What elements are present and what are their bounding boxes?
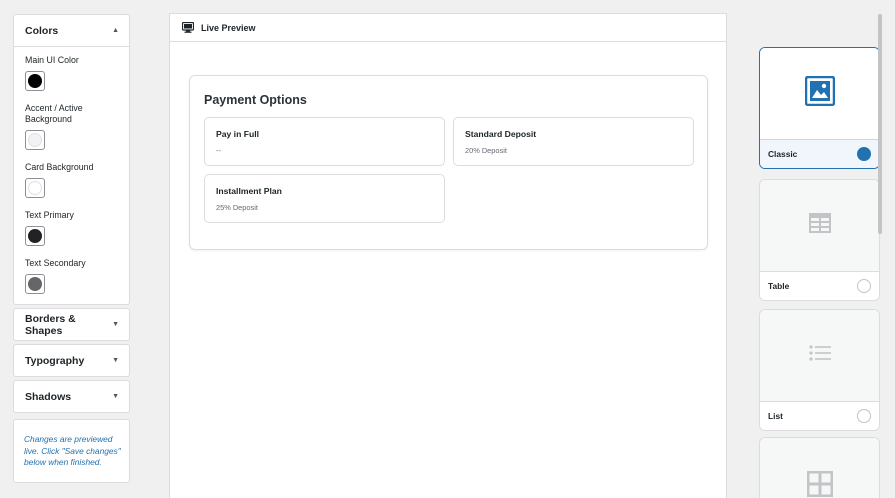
layout-card-list[interactable]: List (759, 309, 880, 431)
live-preview-panel: Live Preview Payment Options Pay in Full… (169, 13, 727, 498)
borders-shapes-toggle[interactable]: Borders & Shapes ▼ (14, 309, 129, 340)
shadows-title: Shadows (25, 390, 72, 403)
colors-section-toggle[interactable]: Colors ▲ (14, 15, 129, 46)
chevron-up-icon: ▲ (112, 27, 119, 34)
layouts-scrollbar[interactable] (878, 14, 882, 234)
shadows-toggle[interactable]: Shadows ▼ (14, 381, 129, 412)
colors-section-body: Main UI Color Accent / Active Background… (14, 46, 129, 304)
chevron-down-icon: ▼ (112, 357, 119, 364)
typography-toggle[interactable]: Typography ▼ (14, 345, 129, 376)
payment-option-pay-in-full[interactable]: Pay in Full -- (204, 117, 445, 166)
colors-section: Colors ▲ Main UI Color Accent / Active B… (13, 14, 130, 305)
option-title: Pay in Full (216, 129, 259, 139)
settings-panel: Colors ▲ Main UI Color Accent / Active B… (13, 14, 130, 483)
live-preview-header: Live Preview (170, 14, 726, 42)
list-icon (808, 345, 831, 366)
layout-label: Classic (768, 149, 798, 159)
layout-preview (760, 180, 879, 271)
grid-icon (806, 471, 833, 498)
layout-radio[interactable] (857, 147, 871, 161)
chevron-down-icon: ▼ (112, 321, 119, 328)
layout-bar: Table (760, 271, 879, 300)
option-subtitle: 20% Deposit (465, 146, 507, 155)
live-preview-note: Changes are previewed live. Click "Save … (13, 419, 130, 483)
layout-preview (760, 310, 879, 401)
layout-radio[interactable] (857, 409, 871, 423)
layout-card-table[interactable]: Table (759, 179, 880, 301)
layout-preview (760, 48, 879, 139)
layout-card-classic[interactable]: Classic (759, 47, 880, 169)
layout-label: Table (768, 281, 790, 291)
card-background-label: Card Background (25, 162, 94, 172)
layout-bar: Classic (760, 139, 879, 168)
colors-section-title: Colors (25, 24, 59, 37)
payment-option-standard-deposit[interactable]: Standard Deposit 20% Deposit (453, 117, 694, 166)
chevron-down-icon: ▼ (112, 393, 119, 400)
accent-background-label: Accent / Active Background (25, 103, 83, 124)
image-icon (804, 75, 835, 111)
payment-options-card: Payment Options Pay in Full -- Standard … (189, 75, 708, 250)
card-background-swatch[interactable] (25, 178, 45, 198)
typography-title: Typography (25, 354, 85, 367)
layout-bar: List (760, 401, 879, 430)
layout-preview (760, 438, 879, 498)
option-title: Standard Deposit (465, 129, 537, 139)
text-primary-swatch[interactable] (25, 226, 45, 246)
typography-section: Typography ▼ (13, 344, 130, 377)
payment-option-installment-plan[interactable]: Installment Plan 25% Deposit (204, 174, 445, 223)
text-secondary-swatch[interactable] (25, 274, 45, 294)
option-subtitle: 25% Deposit (216, 203, 258, 212)
main-ui-color-label: Main UI Color (25, 55, 79, 65)
live-preview-title: Live Preview (201, 22, 256, 33)
payment-options-title: Payment Options (204, 93, 307, 107)
borders-shapes-title: Borders & Shapes (25, 312, 76, 337)
layout-radio[interactable] (857, 279, 871, 293)
layout-card-grid[interactable] (759, 437, 880, 498)
text-secondary-label: Text Secondary (25, 258, 86, 268)
borders-shapes-section: Borders & Shapes ▼ (13, 308, 130, 341)
layout-label: List (768, 411, 783, 421)
accent-background-swatch[interactable] (25, 130, 45, 150)
text-primary-label: Text Primary (25, 210, 74, 220)
table-icon (808, 213, 831, 238)
monitor-icon (182, 22, 194, 33)
shadows-section: Shadows ▼ (13, 380, 130, 413)
option-title: Installment Plan (216, 186, 282, 196)
option-subtitle: -- (216, 146, 221, 155)
main-ui-color-swatch[interactable] (25, 71, 45, 91)
